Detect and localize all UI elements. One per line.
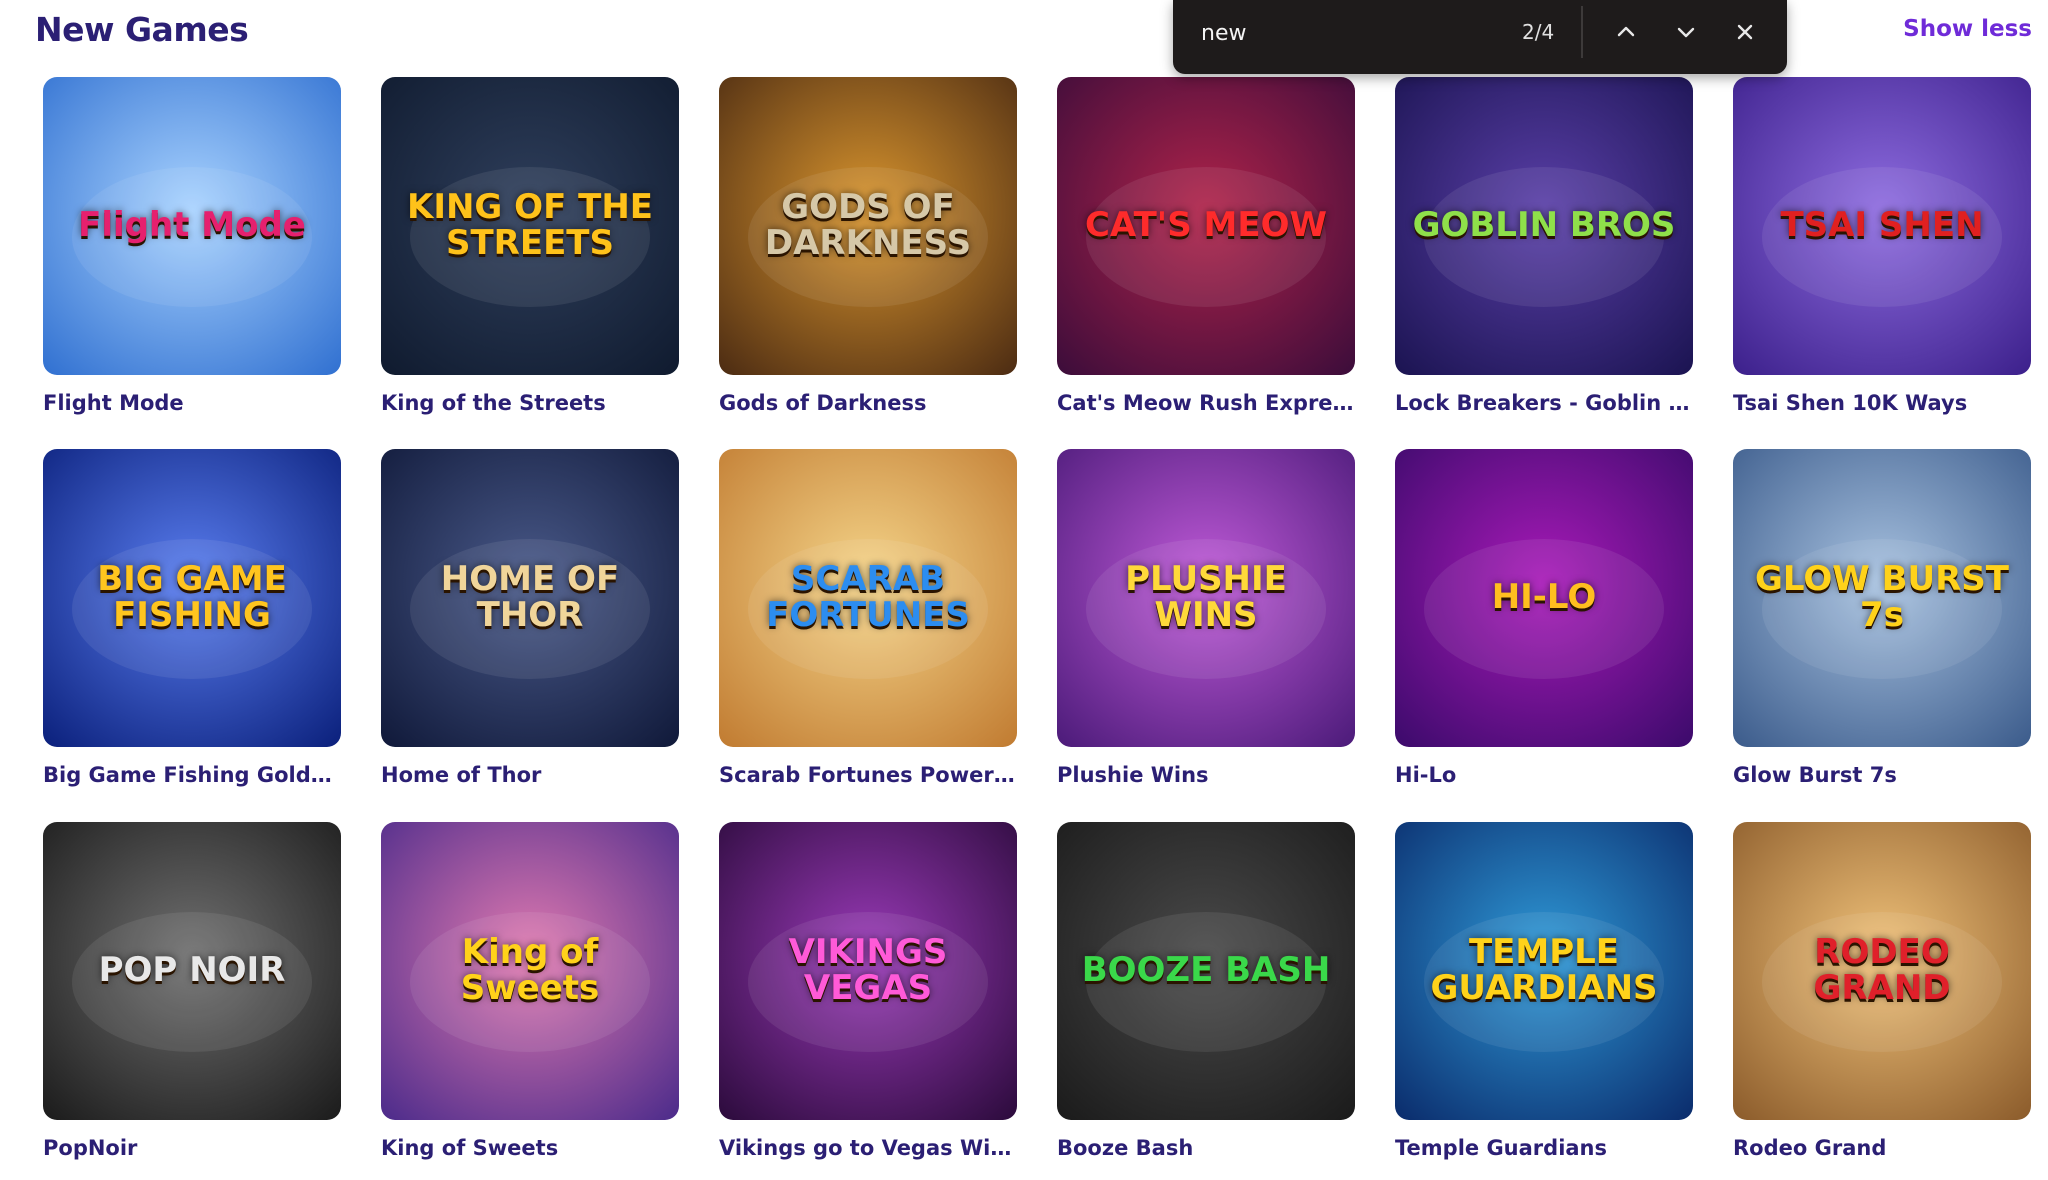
game-title[interactable]: King of the Streets <box>381 391 679 415</box>
game-logo-text: KING OF THE STREETS <box>406 187 654 263</box>
game-logo-text: GLOW BURST 7s <box>1755 559 2009 635</box>
chevron-up-icon <box>1617 26 1635 37</box>
game-title[interactable]: Plushie Wins <box>1057 763 1355 787</box>
game-logo-text: Flight Mode <box>78 205 306 246</box>
chevron-down-icon <box>1677 27 1695 38</box>
game-title[interactable]: Lock Breakers - Goblin Bros <box>1395 391 1693 415</box>
game-thumbnail[interactable]: BOOZE BASH <box>1057 822 1355 1120</box>
game-thumbnail[interactable]: TSAI SHEN <box>1733 77 2031 375</box>
find-divider <box>1581 6 1583 58</box>
game-title[interactable]: Cat's Meow Rush Express <box>1057 391 1355 415</box>
game-card[interactable]: RODEO GRAND Rodeo Grand <box>1733 822 2031 1160</box>
game-thumbnail[interactable]: GOBLIN BROS <box>1395 77 1693 375</box>
game-logo-text: BIG GAME FISHING <box>97 559 287 635</box>
game-thumbnail[interactable]: HOME OF THOR <box>381 449 679 747</box>
game-logo-text: RODEO GRAND <box>1813 932 1951 1008</box>
game-title[interactable]: Glow Burst 7s <box>1733 763 2031 787</box>
game-logo-text: SCARAB FORTUNES <box>766 559 970 635</box>
game-card[interactable]: HOME OF THOR Home of Thor <box>381 449 679 787</box>
game-card[interactable]: King of Sweets King of Sweets <box>381 822 679 1160</box>
game-title[interactable]: Rodeo Grand <box>1733 1136 2031 1160</box>
game-thumbnail[interactable]: TEMPLE GUARDIANS <box>1395 822 1693 1120</box>
game-title[interactable]: Flight Mode <box>43 391 341 415</box>
game-card[interactable]: KING OF THE STREETS King of the Streets <box>381 77 679 415</box>
game-thumbnail[interactable]: King of Sweets <box>381 822 679 1120</box>
game-title[interactable]: King of Sweets <box>381 1136 679 1160</box>
game-logo-text: PLUSHIE WINS <box>1125 559 1287 635</box>
find-match-count: 2/4 <box>1522 20 1555 44</box>
page-title: New Games <box>35 10 249 49</box>
game-card[interactable]: Flight Mode Flight Mode <box>43 77 341 415</box>
game-thumbnail[interactable]: POP NOIR <box>43 822 341 1120</box>
game-title[interactable]: Temple Guardians <box>1395 1136 1693 1160</box>
game-logo-text: VIKINGS VEGAS <box>788 932 948 1008</box>
game-logo-text: King of Sweets <box>460 932 600 1008</box>
game-card[interactable]: SCARAB FORTUNES Scarab Fortunes Power Co.… <box>719 449 1017 787</box>
game-title[interactable]: Big Game Fishing Golden ... <box>43 763 341 787</box>
game-card[interactable]: GOBLIN BROS Lock Breakers - Goblin Bros <box>1395 77 1693 415</box>
game-title[interactable]: Vikings go to Vegas Wild Fi... <box>719 1136 1017 1160</box>
close-icon <box>1737 24 1753 40</box>
find-previous-button[interactable] <box>1610 16 1642 48</box>
game-title[interactable]: Tsai Shen 10K Ways <box>1733 391 2031 415</box>
game-thumbnail[interactable]: HI-LO <box>1395 449 1693 747</box>
game-thumbnail[interactable]: GLOW BURST 7s <box>1733 449 2031 747</box>
find-next-button[interactable] <box>1670 16 1702 48</box>
game-title[interactable]: Booze Bash <box>1057 1136 1355 1160</box>
game-thumbnail[interactable]: PLUSHIE WINS <box>1057 449 1355 747</box>
game-logo-text: GODS OF DARKNESS <box>764 187 972 263</box>
game-card[interactable]: VIKINGS VEGAS Vikings go to Vegas Wild Fi… <box>719 822 1017 1160</box>
game-card[interactable]: PLUSHIE WINS Plushie Wins <box>1057 449 1355 787</box>
game-thumbnail[interactable]: KING OF THE STREETS <box>381 77 679 375</box>
game-logo-text: HOME OF THOR <box>440 559 620 635</box>
game-title[interactable]: Hi-Lo <box>1395 763 1693 787</box>
game-thumbnail[interactable]: VIKINGS VEGAS <box>719 822 1017 1120</box>
game-logo-text: POP NOIR <box>98 950 286 991</box>
game-thumbnail[interactable]: BIG GAME FISHING <box>43 449 341 747</box>
game-card[interactable]: BOOZE BASH Booze Bash <box>1057 822 1355 1160</box>
game-title[interactable]: PopNoir <box>43 1136 341 1160</box>
show-less-link[interactable]: Show less <box>1903 16 2032 42</box>
game-logo-text: TEMPLE GUARDIANS <box>1430 932 1658 1008</box>
game-card[interactable]: POP NOIR PopNoir <box>43 822 341 1160</box>
find-close-button[interactable] <box>1729 16 1761 48</box>
game-logo-text: TSAI SHEN <box>1780 205 1984 246</box>
game-logo-text: CAT'S MEOW <box>1084 205 1328 246</box>
game-thumbnail[interactable]: GODS OF DARKNESS <box>719 77 1017 375</box>
game-card[interactable]: CAT'S MEOW Cat's Meow Rush Express <box>1057 77 1355 415</box>
game-card[interactable]: HI-LO Hi-Lo <box>1395 449 1693 787</box>
find-bar: 2/4 <box>1173 0 1787 74</box>
game-title[interactable]: Home of Thor <box>381 763 679 787</box>
game-thumbnail[interactable]: CAT'S MEOW <box>1057 77 1355 375</box>
game-thumbnail[interactable]: RODEO GRAND <box>1733 822 2031 1120</box>
game-thumbnail[interactable]: SCARAB FORTUNES <box>719 449 1017 747</box>
game-card[interactable]: BIG GAME FISHING Big Game Fishing Golden … <box>43 449 341 787</box>
game-title[interactable]: Scarab Fortunes Power Co... <box>719 763 1017 787</box>
game-card[interactable]: TSAI SHEN Tsai Shen 10K Ways <box>1733 77 2031 415</box>
game-thumbnail[interactable]: Flight Mode <box>43 77 341 375</box>
game-card[interactable]: TEMPLE GUARDIANS Temple Guardians <box>1395 822 1693 1160</box>
game-card[interactable]: GLOW BURST 7s Glow Burst 7s <box>1733 449 2031 787</box>
game-title[interactable]: Gods of Darkness <box>719 391 1017 415</box>
game-card[interactable]: GODS OF DARKNESS Gods of Darkness <box>719 77 1017 415</box>
game-logo-text: GOBLIN BROS <box>1412 205 1676 246</box>
game-logo-text: BOOZE BASH <box>1081 950 1331 991</box>
game-logo-text: HI-LO <box>1491 577 1597 618</box>
